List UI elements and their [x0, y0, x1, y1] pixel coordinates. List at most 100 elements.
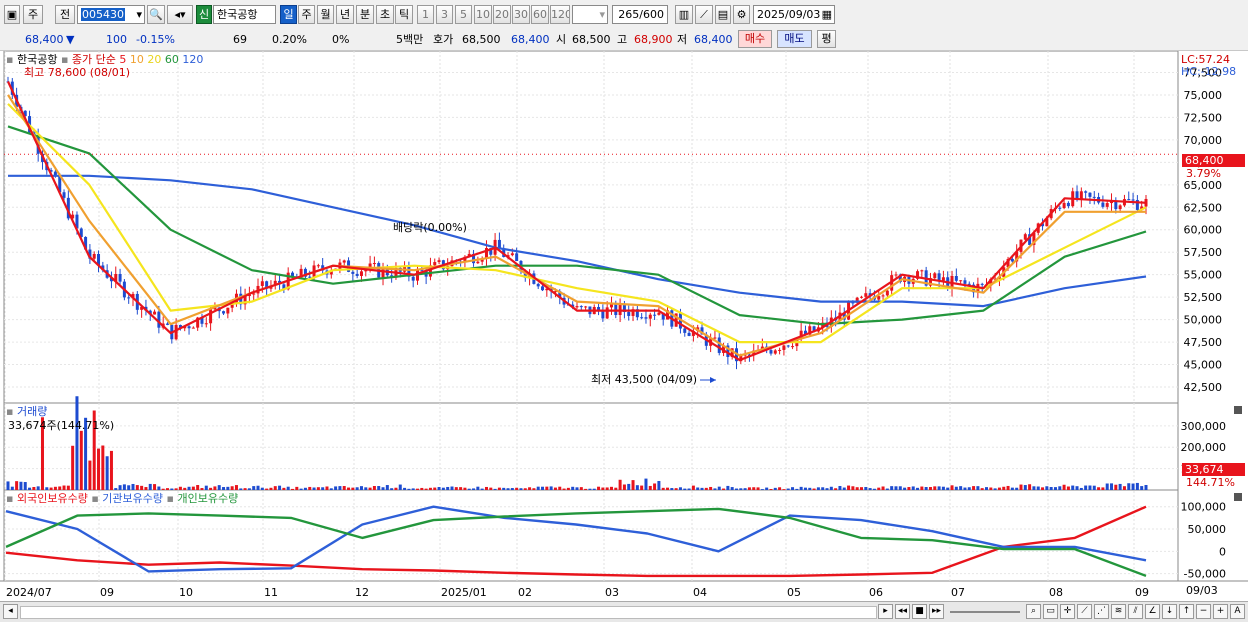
volume-bar — [834, 488, 838, 490]
calendar-icon[interactable]: ▦ — [822, 6, 832, 23]
fast-forward-icon[interactable]: ▸▸ — [929, 604, 944, 619]
candle-type-icon[interactable]: ▥ — [675, 5, 693, 24]
min-price-label: 최저 43,500 (04/09) — [591, 373, 698, 386]
scroll-right-icon[interactable]: ▸ — [878, 604, 893, 619]
zoom-out-icon[interactable]: − — [1196, 604, 1211, 619]
volume-bar — [1135, 482, 1139, 490]
volume-bar — [153, 484, 157, 490]
price-tick-label: 70,000 — [1184, 134, 1223, 147]
current-price-tag: 68,400 — [1182, 154, 1245, 167]
jeon-button[interactable]: 전 — [55, 5, 75, 24]
volume-bar — [997, 487, 1001, 490]
search-icon[interactable]: 🔍 — [147, 5, 165, 24]
interval-3-button[interactable]: 3 — [436, 5, 453, 24]
open-label: 시 — [556, 33, 567, 46]
timeframe-bun-button[interactable]: 분 — [356, 5, 374, 24]
volume-bar — [291, 488, 294, 490]
sound-dropdown-icon[interactable]: ◂▾ — [167, 5, 193, 24]
screen-icon[interactable]: ▭ — [1043, 604, 1058, 619]
volume-bar — [1066, 486, 1070, 490]
volume-bar — [666, 487, 670, 490]
volume-bar — [1045, 486, 1049, 490]
volume-pct-tag: 144.71% — [1186, 476, 1235, 489]
interval-60-button[interactable]: 60 — [531, 5, 549, 24]
stop-icon[interactable]: ■ — [912, 604, 927, 619]
x-axis-tick-label: 07 — [951, 586, 965, 599]
save-icon[interactable]: ▤ — [715, 5, 731, 24]
scroll-track[interactable] — [20, 606, 877, 619]
draw-tool-icon[interactable]: ⟋ — [695, 5, 713, 24]
candle-body — [1105, 203, 1109, 207]
chart-area[interactable]: 2024/07 09 10 11 12 2025/01 02 03 04 05 06 07 08 09 42… — [0, 51, 1248, 603]
sell-button[interactable]: 매도 — [777, 30, 812, 48]
timeframe-ju-button[interactable]: 주 — [298, 5, 315, 24]
fib-tool-icon[interactable]: ≋ — [1111, 604, 1126, 619]
dropdown-arrow-icon[interactable]: ▾ — [136, 6, 142, 23]
volume-bar — [140, 485, 144, 490]
zoom-slider[interactable] — [950, 611, 1020, 613]
period-ju-button[interactable]: 주 — [23, 5, 43, 24]
volume-bar — [773, 487, 777, 490]
angle-tool-icon[interactable]: ∠ — [1145, 604, 1160, 619]
volume-bar — [252, 486, 256, 490]
volume-bar — [959, 486, 963, 490]
crosshair-icon[interactable]: ✛ — [1060, 604, 1075, 619]
interval-5-button[interactable]: 5 — [455, 5, 472, 24]
eval-button[interactable]: 평 — [817, 30, 836, 48]
buy-button[interactable]: 매수 — [738, 30, 772, 48]
volume-bar — [864, 486, 868, 490]
timeframe-nyeon-button[interactable]: 년 — [336, 5, 354, 24]
volume-bar — [1079, 487, 1083, 490]
volume-bar — [454, 487, 458, 490]
date-input[interactable]: 2025/09/03 ▦ — [753, 5, 835, 24]
window-icon[interactable]: ▣ — [4, 5, 20, 24]
text-tool-icon[interactable]: A — [1230, 604, 1245, 619]
volume-bar — [760, 489, 764, 490]
trend-tool-icon[interactable]: ⋰ — [1094, 604, 1109, 619]
candle-body — [1092, 196, 1096, 198]
volume-bar — [549, 486, 553, 490]
chart-canvas[interactable]: 2024/07 09 10 11 12 2025/01 02 03 04 05 06 07 08 0942… — [0, 51, 1248, 603]
scroll-left-icon[interactable]: ◂ — [3, 604, 18, 619]
timeframe-wol-button[interactable]: 월 — [317, 5, 334, 24]
interval-20-button[interactable]: 20 — [493, 5, 511, 24]
volume-bar — [118, 485, 122, 490]
candle-body — [717, 337, 721, 353]
channel-tool-icon[interactable]: ⫽ — [1128, 604, 1143, 619]
count-field[interactable]: 265/600 — [612, 5, 668, 24]
volume-bar — [1062, 484, 1066, 490]
stock-name-field[interactable]: 한국공항 — [213, 5, 276, 24]
interval-1-button[interactable]: 1 — [417, 5, 434, 24]
search-icon[interactable]: ⌕ — [1026, 604, 1041, 619]
stock-code-input[interactable]: 005430 ▾ — [77, 5, 145, 24]
volume-bar — [536, 486, 540, 490]
gear-icon[interactable]: ⚙ — [733, 5, 750, 24]
volume-bar — [213, 486, 217, 490]
line-tool-icon[interactable]: ⟋ — [1077, 604, 1092, 619]
timeframe-cho-button[interactable]: 초 — [376, 5, 394, 24]
zoom-in-icon[interactable]: + — [1213, 604, 1228, 619]
interval-30-button[interactable]: 30 — [512, 5, 530, 24]
volume-bar — [653, 483, 657, 490]
arrow-up-icon[interactable]: ↑ — [1179, 604, 1194, 619]
timeframe-tik-button[interactable]: 틱 — [395, 5, 413, 24]
interval-10-button[interactable]: 10 — [474, 5, 492, 24]
candle-body — [372, 263, 376, 265]
volume-bar — [441, 487, 445, 490]
timeframe-il-button[interactable]: 일 — [280, 5, 297, 24]
candle-body — [433, 262, 437, 266]
custom-interval-dropdown[interactable]: ▾ — [572, 5, 608, 24]
high-value: 68,900 — [634, 33, 673, 46]
rewind-icon[interactable]: ◂◂ — [895, 604, 910, 619]
arrow-down-icon[interactable]: ↓ — [1162, 604, 1177, 619]
volume-bar — [730, 487, 734, 490]
volume-bar — [165, 488, 169, 490]
price-panel-frame — [3, 51, 1179, 404]
scroll-bar[interactable]: ◂ ▸ ◂◂ ■ ▸▸ ⌕ ▭ ✛ ⟋ ⋰ ≋ ⫽ ∠ ↓ ↑ − + A — [0, 601, 1248, 622]
interval-120-button[interactable]: 120 — [550, 5, 570, 24]
dividend-label: 배당락(0.00%) — [393, 221, 467, 234]
volume-bar — [191, 486, 195, 490]
volume-bar — [1127, 483, 1131, 490]
candle-body — [933, 273, 937, 279]
volume-bar — [609, 486, 613, 490]
